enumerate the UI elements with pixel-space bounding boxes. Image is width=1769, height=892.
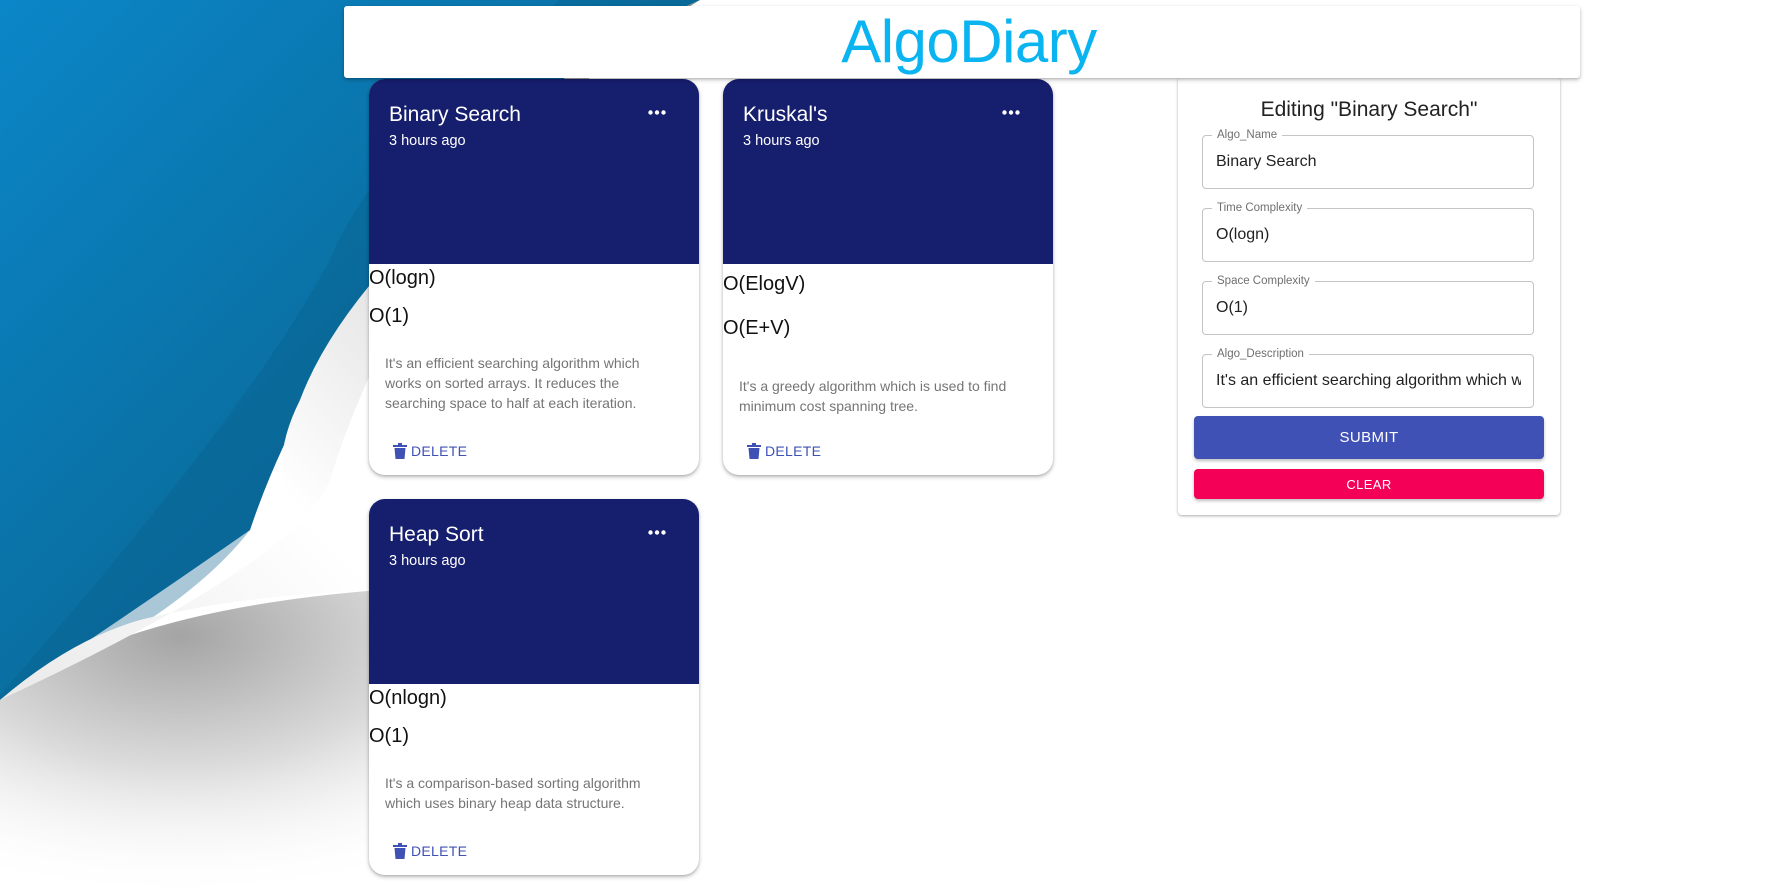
card-timestamp: 3 hours ago <box>743 133 820 149</box>
card-title: Kruskal's <box>743 103 828 126</box>
more-horiz-icon[interactable] <box>645 525 669 539</box>
space-complexity: O(1) <box>369 305 409 327</box>
card-description: It's an efficient searching algorithm wh… <box>385 355 640 411</box>
card-header: Kruskal's 3 hours ago <box>723 79 1053 264</box>
time-complexity: O(ElogV) <box>723 273 806 295</box>
card-description: It's a comparison-based sorting algorith… <box>385 775 641 811</box>
algo-description-field: Algo_Description <box>1202 347 1534 408</box>
time-complexity: O(nlogn) <box>369 687 447 709</box>
edit-form: Editing "Binary Search" Algo_Name Time C… <box>1178 77 1560 515</box>
delete-label: DELETE <box>411 443 468 459</box>
card-title: Heap Sort <box>389 523 484 546</box>
form-heading: Editing "Binary Search" <box>1260 98 1478 121</box>
space-complexity: O(E+V) <box>723 317 791 339</box>
delete-label: DELETE <box>765 443 822 459</box>
algo-card-heap-sort: Heap Sort 3 hours ago O(nlogn) O(1) It's… <box>369 499 699 875</box>
space-complexity-input[interactable] <box>1216 282 1521 334</box>
trash-icon <box>747 443 761 459</box>
algo-name-input[interactable] <box>1216 136 1521 188</box>
trash-icon <box>393 443 407 459</box>
time-complexity: O(logn) <box>369 267 436 289</box>
algo-name-field: Algo_Name <box>1202 128 1534 189</box>
delete-button[interactable]: DELETE <box>393 443 467 459</box>
algo-card-binary-search: Binary Search 3 hours ago O(logn) O(1) I… <box>369 79 699 475</box>
card-timestamp: 3 hours ago <box>389 133 466 149</box>
trash-icon <box>393 843 407 859</box>
clear-button[interactable]: CLEAR <box>1194 469 1544 499</box>
app-title: AlgoDiary <box>841 8 1097 75</box>
delete-label: DELETE <box>411 843 468 859</box>
space-complexity: O(1) <box>369 725 409 747</box>
space-complexity-field: Space Complexity <box>1202 274 1534 335</box>
submit-button[interactable]: SUBMIT <box>1194 416 1544 459</box>
time-complexity-input[interactable] <box>1216 209 1521 261</box>
more-horiz-icon[interactable] <box>645 105 669 119</box>
card-description: It's a greedy algorithm which is used to… <box>739 378 1007 414</box>
card-timestamp: 3 hours ago <box>389 553 466 569</box>
delete-button[interactable]: DELETE <box>393 843 467 859</box>
algo-description-input[interactable] <box>1216 355 1521 407</box>
delete-button[interactable]: DELETE <box>747 443 821 459</box>
card-title: Binary Search <box>389 103 521 126</box>
time-complexity-field: Time Complexity <box>1202 201 1534 262</box>
algo-card-kruskals: Kruskal's 3 hours ago O(ElogV) O(E+V) It… <box>723 79 1053 475</box>
app-header: AlgoDiary <box>344 6 1580 78</box>
card-header: Binary Search 3 hours ago <box>369 79 699 264</box>
card-header: Heap Sort 3 hours ago <box>369 499 699 684</box>
more-horiz-icon[interactable] <box>999 105 1023 119</box>
